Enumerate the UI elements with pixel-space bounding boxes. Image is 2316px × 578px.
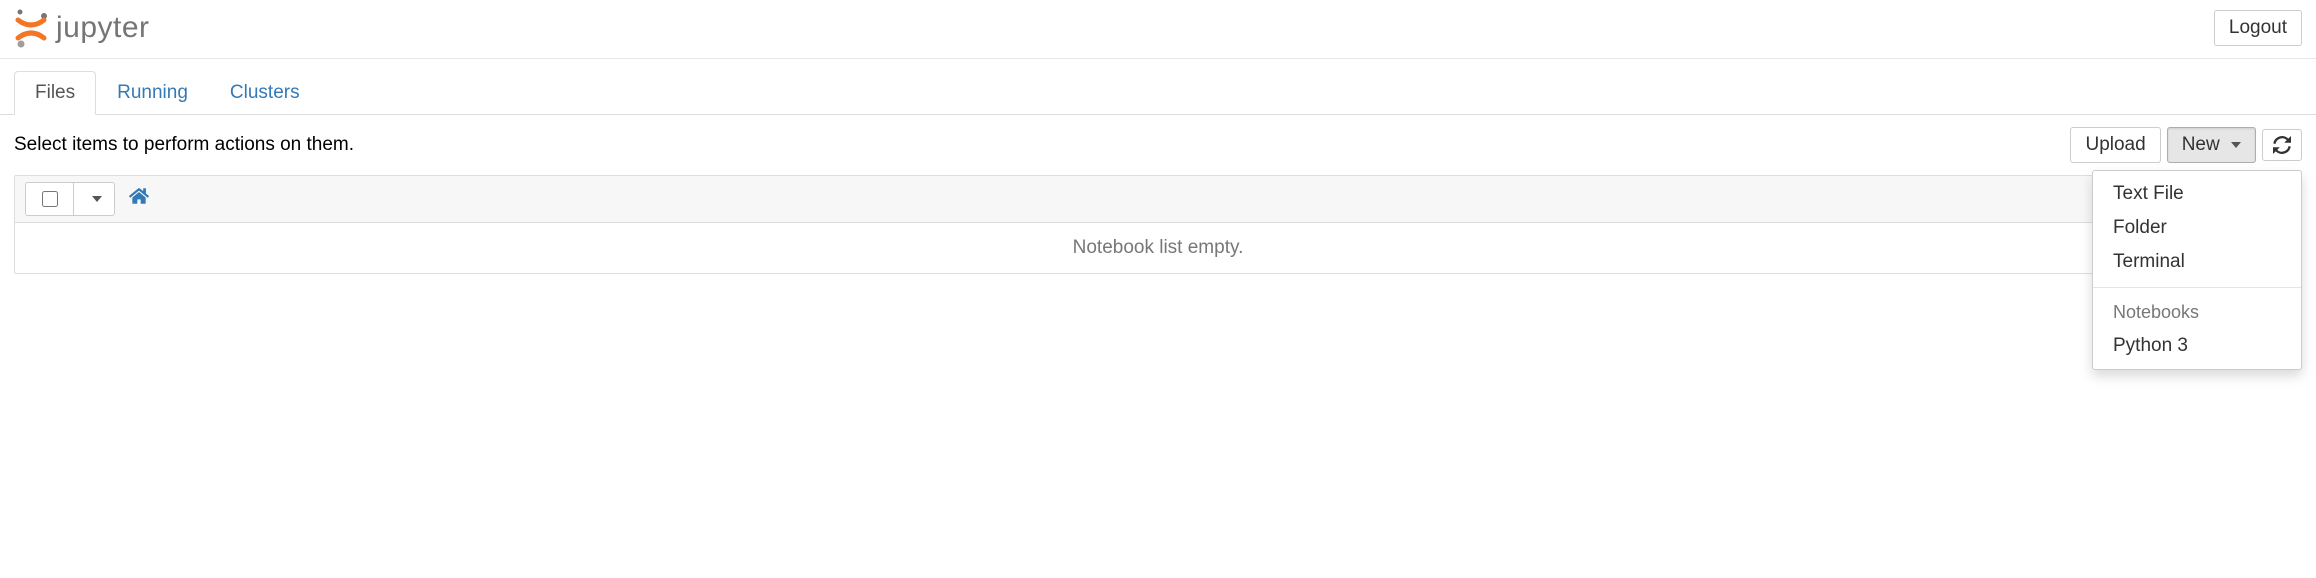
refresh-button[interactable] xyxy=(2262,129,2302,161)
menu-item-terminal[interactable]: Terminal xyxy=(2093,245,2301,279)
breadcrumb-home[interactable] xyxy=(129,187,149,211)
menu-item-text-file[interactable]: Text File xyxy=(2093,177,2301,211)
logo-text: jupyter xyxy=(56,11,150,45)
new-button[interactable]: New xyxy=(2167,127,2256,163)
home-icon xyxy=(129,187,149,205)
new-dropdown-menu: Text File Folder Terminal Notebooks Pyth… xyxy=(2092,170,2302,370)
caret-down-icon xyxy=(92,196,102,202)
menu-section-header: Notebooks xyxy=(2093,296,2301,329)
jupyter-logo[interactable]: jupyter xyxy=(14,8,150,48)
caret-down-icon xyxy=(2231,142,2241,148)
select-all-checkbox-wrap[interactable] xyxy=(26,183,74,215)
file-list-header xyxy=(15,176,2301,223)
upload-button[interactable]: Upload xyxy=(2070,127,2160,163)
select-menu-toggle[interactable] xyxy=(74,183,114,215)
header: jupyter Logout xyxy=(0,0,2316,59)
select-all-checkbox[interactable] xyxy=(42,191,58,207)
logout-button[interactable]: Logout xyxy=(2214,10,2302,46)
action-message: Select items to perform actions on them. xyxy=(14,134,354,156)
tab-files[interactable]: Files xyxy=(14,71,96,115)
tabs: Files Running Clusters xyxy=(0,59,2316,115)
jupyter-logo-icon xyxy=(14,8,48,48)
tab-running[interactable]: Running xyxy=(96,71,209,115)
action-row: Select items to perform actions on them.… xyxy=(0,115,2316,175)
new-button-label: New xyxy=(2182,134,2220,155)
menu-divider xyxy=(2093,287,2301,288)
refresh-icon xyxy=(2273,136,2291,154)
file-list: Notebook list empty. xyxy=(14,175,2302,274)
menu-item-python3[interactable]: Python 3 xyxy=(2093,329,2301,363)
action-buttons: Upload New xyxy=(2070,127,2302,163)
menu-item-folder[interactable]: Folder xyxy=(2093,211,2301,245)
empty-list-message: Notebook list empty. xyxy=(15,223,2301,273)
select-all-group xyxy=(25,182,115,216)
tab-clusters[interactable]: Clusters xyxy=(209,71,321,115)
